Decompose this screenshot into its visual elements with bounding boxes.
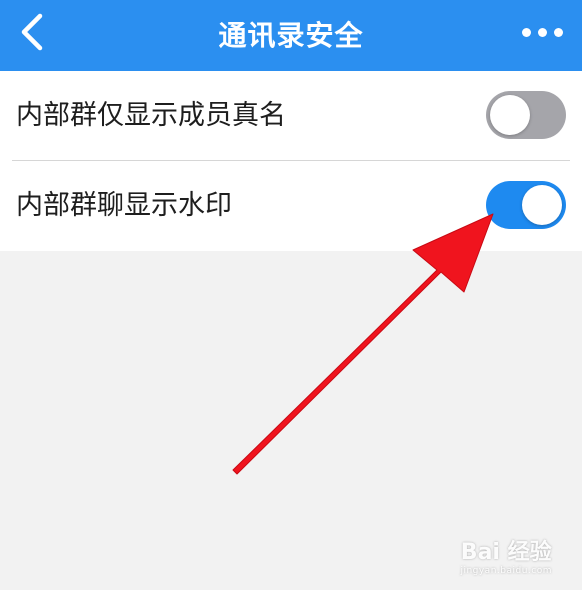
more-button[interactable] xyxy=(510,10,574,54)
setting-row-real-name: 内部群仅显示成员真名 xyxy=(0,71,582,161)
toggle-knob xyxy=(522,185,562,225)
baidu-jingyan-watermark: Bai 经验 jingyan.baidu.com xyxy=(460,534,552,576)
watermark-main: Bai 经验 xyxy=(460,540,552,565)
watermark-sub: jingyan.baidu.com xyxy=(460,566,552,576)
app-header: 通讯录安全 xyxy=(0,0,582,71)
toggle-knob xyxy=(490,95,530,135)
settings-list: 内部群仅显示成员真名 内部群聊显示水印 xyxy=(0,71,582,251)
more-horizontal-icon xyxy=(521,27,531,37)
setting-label-real-name: 内部群仅显示成员真名 xyxy=(16,100,286,131)
more-horizontal-icon xyxy=(553,27,563,37)
watermark-toggle[interactable] xyxy=(486,181,566,229)
real-name-toggle[interactable] xyxy=(486,91,566,139)
setting-label-watermark: 内部群聊显示水印 xyxy=(16,190,232,221)
page-title: 通讯录安全 xyxy=(218,19,364,52)
more-horizontal-icon xyxy=(537,27,547,37)
setting-row-watermark: 内部群聊显示水印 xyxy=(0,161,582,251)
